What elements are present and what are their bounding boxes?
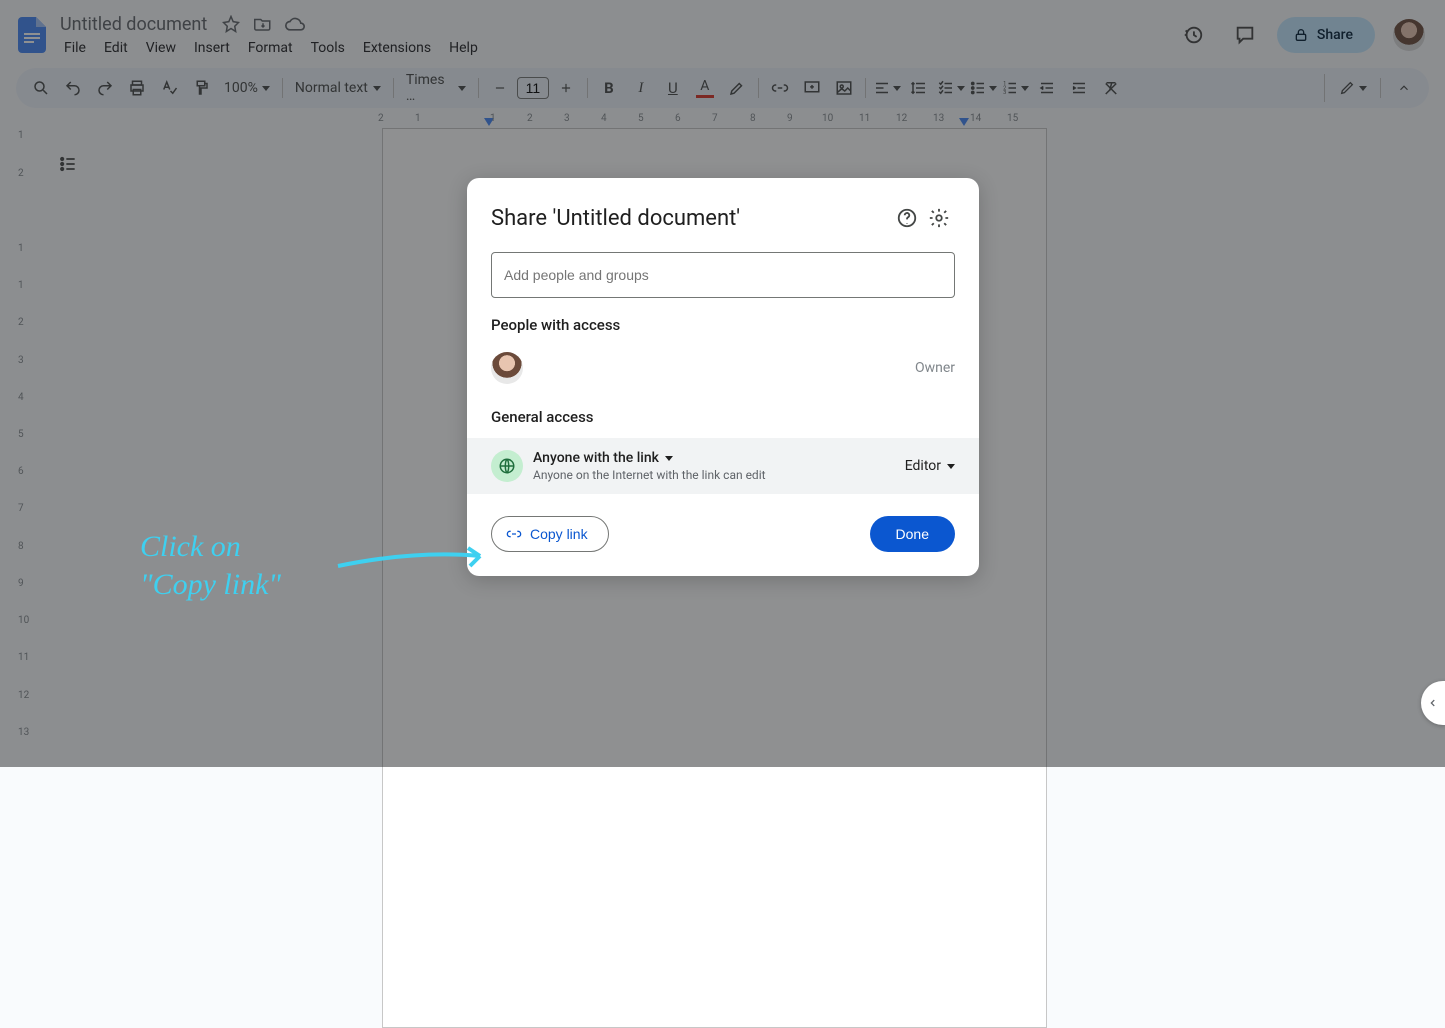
general-access-heading: General access <box>491 408 955 426</box>
annotation-line1: Click on <box>140 528 281 566</box>
access-scope-label: Anyone with the link <box>533 450 659 466</box>
access-role-dropdown[interactable]: Editor <box>905 458 955 474</box>
copy-link-button[interactable]: Copy link <box>491 516 609 552</box>
add-people-input[interactable] <box>491 252 955 298</box>
settings-gear-icon[interactable] <box>923 202 955 234</box>
access-role-label: Editor <box>905 458 941 474</box>
person-row: Owner <box>491 346 955 408</box>
person-avatar <box>491 352 523 384</box>
access-scope-dropdown[interactable]: Anyone with the link <box>533 450 905 466</box>
annotation-arrow-icon <box>336 542 494 572</box>
done-button[interactable]: Done <box>870 516 955 552</box>
share-dialog-title: Share 'Untitled document' <box>491 206 891 231</box>
access-scope-description: Anyone on the Internet with the link can… <box>533 468 905 482</box>
annotation-line2: "Copy link" <box>140 566 281 604</box>
general-access-row: Anyone with the link Anyone on the Inter… <box>467 438 979 494</box>
share-dialog: Share 'Untitled document' People with ac… <box>467 178 979 576</box>
people-with-access-heading: People with access <box>491 316 955 334</box>
owner-role-label: Owner <box>915 360 955 376</box>
public-globe-icon <box>491 450 523 482</box>
link-icon <box>506 526 522 542</box>
copy-link-label: Copy link <box>530 526 588 542</box>
tutorial-annotation: Click on "Copy link" <box>140 528 281 603</box>
help-icon[interactable] <box>891 202 923 234</box>
